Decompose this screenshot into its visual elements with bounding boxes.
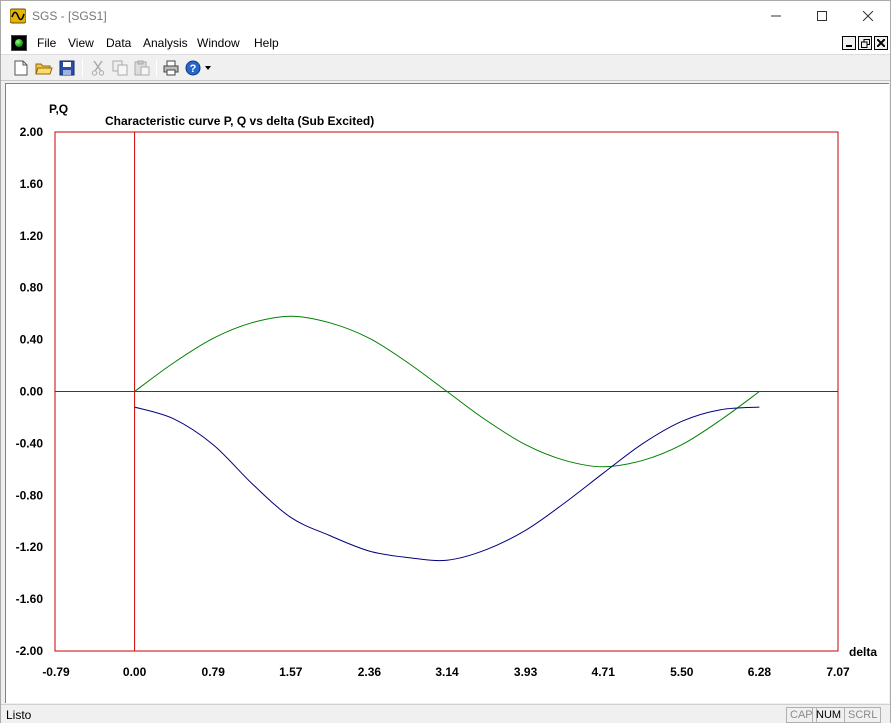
x-tick-label: 7.07 [826, 665, 850, 679]
x-tick-label: 0.00 [123, 665, 147, 679]
cut-button[interactable] [88, 58, 108, 78]
minimize-icon [771, 15, 781, 17]
help-dropdown-button[interactable] [202, 58, 214, 78]
y-axis-label: P,Q [49, 102, 68, 116]
restore-icon [860, 38, 870, 48]
new-icon [14, 60, 28, 76]
copy-icon [112, 60, 128, 76]
y-tick-label: -1.20 [16, 540, 44, 554]
y-tick-label: -0.80 [16, 488, 44, 502]
menu-data[interactable]: Data [106, 36, 131, 50]
y-tick-label: 1.60 [20, 177, 44, 191]
chart-title: Characteristic curve P, Q vs delta (Sub … [105, 114, 374, 128]
help-button[interactable]: ? [183, 58, 203, 78]
copy-button[interactable] [110, 58, 130, 78]
open-icon [35, 63, 53, 75]
x-tick-label: 3.93 [514, 665, 538, 679]
y-tick-label: 0.40 [20, 333, 44, 347]
x-tick-label: 5.50 [670, 665, 694, 679]
indicator-num: NUM [812, 707, 846, 723]
menu-bar: File View Data Analysis Window Help [1, 31, 890, 55]
status-bar: Listo CAP NUM SCRL [1, 704, 890, 723]
close-icon [877, 39, 885, 47]
help-icon: ? [185, 60, 201, 76]
new-button[interactable] [11, 58, 31, 78]
title-bar[interactable]: SGS - [SGS1] [1, 1, 890, 31]
x-axis-label: delta [849, 645, 877, 659]
y-tick-label: -1.60 [16, 592, 44, 606]
menu-view[interactable]: View [68, 36, 94, 50]
close-icon [863, 11, 873, 21]
pq-chart: P,Q Characteristic curve P, Q vs delta (… [16, 102, 878, 679]
application-window: SGS - [SGS1] File View Data Analysis Win… [0, 0, 891, 723]
status-message: Listo [6, 708, 32, 722]
toolbar-separator [156, 59, 157, 77]
menu-window[interactable]: Window [197, 36, 240, 50]
close-button[interactable] [845, 1, 891, 31]
y-tick-label: -0.40 [16, 436, 44, 450]
open-button[interactable] [34, 58, 54, 78]
chevron-down-icon [205, 66, 211, 70]
toolbar: ? [1, 55, 890, 81]
mdi-minimize-button[interactable] [842, 36, 856, 50]
x-tick-label: 0.79 [202, 665, 226, 679]
paste-icon [134, 60, 150, 76]
plot-view: P,Q Characteristic curve P, Q vs delta (… [5, 83, 889, 703]
series-p-curve [134, 406, 760, 562]
y-tick-label: 0.80 [20, 281, 44, 295]
paste-button[interactable] [132, 58, 152, 78]
minimize-button[interactable] [753, 1, 799, 31]
mdi-restore-button[interactable] [858, 36, 872, 50]
window-title: SGS - [SGS1] [32, 9, 107, 23]
app-icon [10, 8, 26, 24]
y-tick-label: 0.00 [20, 385, 44, 399]
toolbar-separator [82, 59, 83, 77]
save-button[interactable] [57, 58, 77, 78]
indicator-scrl: SCRL [844, 707, 882, 723]
mdi-close-button[interactable] [874, 36, 888, 50]
x-tick-label: 4.71 [592, 665, 616, 679]
svg-text:?: ? [190, 63, 197, 75]
x-tick-label: 1.57 [279, 665, 303, 679]
menu-file[interactable]: File [37, 36, 56, 50]
cut-icon [91, 60, 105, 76]
print-icon [163, 60, 179, 76]
x-tick-label: -0.79 [42, 665, 70, 679]
menu-analysis[interactable]: Analysis [143, 36, 188, 50]
minimize-icon [846, 45, 852, 47]
maximize-icon [817, 11, 827, 21]
menu-help[interactable]: Help [254, 36, 279, 50]
maximize-button[interactable] [799, 1, 845, 31]
document-system-menu-icon[interactable] [11, 35, 27, 51]
print-button[interactable] [161, 58, 181, 78]
x-tick-label: 2.36 [358, 665, 382, 679]
y-tick-label: 2.00 [20, 125, 44, 139]
save-icon [59, 60, 75, 76]
x-tick-label: 3.14 [435, 665, 459, 679]
x-tick-label: 6.28 [748, 665, 772, 679]
y-tick-label: 1.20 [20, 229, 44, 243]
y-tick-label: -2.00 [16, 644, 44, 658]
